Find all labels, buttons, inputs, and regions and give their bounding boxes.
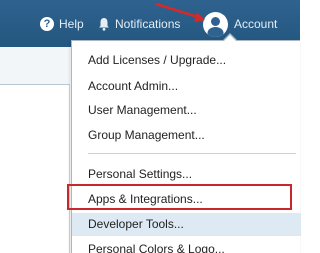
help-link[interactable]: ? Help bbox=[40, 14, 84, 34]
menu-item-apps-integrations[interactable]: Apps & Integrations... bbox=[72, 188, 301, 211]
page-content-panel bbox=[0, 84, 70, 253]
help-circle-icon: ? bbox=[40, 17, 54, 31]
page-background-strip bbox=[0, 47, 70, 84]
account-menu-trigger[interactable]: Account bbox=[203, 11, 278, 37]
menu-item-personal-settings[interactable]: Personal Settings... bbox=[72, 163, 301, 186]
menu-item-developer-tools[interactable]: Developer Tools... bbox=[72, 213, 301, 236]
help-label: Help bbox=[59, 17, 84, 31]
menu-divider bbox=[88, 153, 296, 154]
account-label: Account bbox=[234, 17, 278, 31]
menu-item-user-management[interactable]: User Management... bbox=[72, 99, 301, 122]
menu-item-personal-colors-logo[interactable]: Personal Colors & Logo... bbox=[72, 238, 301, 253]
menu-item-add-licenses[interactable]: Add Licenses / Upgrade... bbox=[72, 49, 301, 72]
menu-item-account-admin[interactable]: Account Admin... bbox=[72, 75, 301, 98]
account-dropdown-menu: Add Licenses / Upgrade... Account Admin.… bbox=[71, 33, 301, 253]
menu-item-group-management[interactable]: Group Management... bbox=[72, 124, 301, 147]
annotation-arrow-icon bbox=[155, 2, 205, 22]
bell-icon bbox=[99, 18, 109, 31]
menu-caret-inner bbox=[223, 35, 237, 42]
